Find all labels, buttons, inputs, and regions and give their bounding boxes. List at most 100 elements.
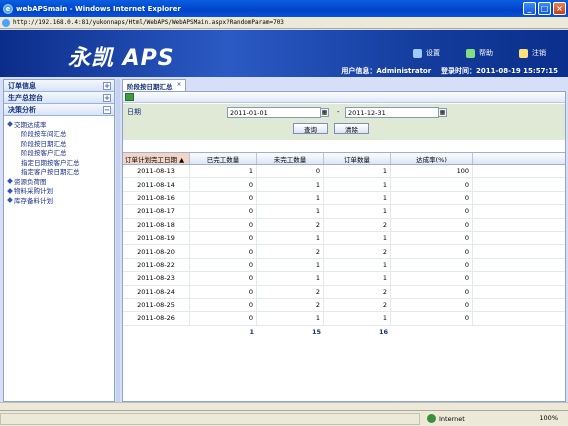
sidebar-item-delivery-rate[interactable]: 交期达成率 — [4, 119, 114, 129]
globe-icon — [427, 414, 436, 423]
data-grid: 订单计划完工日期 ▲ 已完工数量 未完工数量 订单数量 达成率(%) 2011-… — [123, 152, 565, 339]
table-cell: 2011-08-24 — [123, 285, 190, 298]
collapse-icon[interactable]: − — [103, 106, 111, 114]
table-row[interactable]: 2011-08-17 0 1 1 0 — [123, 205, 565, 219]
table-cell: 0 — [190, 285, 257, 298]
export-icon[interactable] — [125, 93, 134, 101]
sidebar-item-by-workshop[interactable]: 阶段按车间汇总 — [4, 129, 114, 138]
user-info: 用户信息：Administrator 登录时间：2011-08-19 15:57… — [341, 67, 558, 75]
table-row[interactable]: 2011-08-13 1 0 1 100 — [123, 165, 565, 179]
logout-link[interactable]: 注销 — [519, 48, 546, 58]
grid-totals-row: 1 15 16 — [123, 326, 565, 339]
table-cell: 0 — [190, 245, 257, 258]
table-cell: 1 — [324, 205, 391, 218]
total-cell — [123, 326, 190, 339]
header-plan-date[interactable]: 订单计划完工日期 ▲ — [123, 153, 190, 164]
table-row[interactable]: 2011-08-25 0 2 2 0 — [123, 298, 565, 313]
table-cell: 2 — [257, 218, 324, 231]
clear-button[interactable]: 清除 — [334, 123, 369, 134]
minimize-button[interactable]: _ — [523, 2, 536, 15]
table-row[interactable]: 2011-08-26 0 1 1 0 — [123, 312, 565, 326]
table-row[interactable]: 2011-08-23 0 1 1 0 — [123, 272, 565, 286]
table-cell: 1 — [324, 272, 391, 285]
table-cell: 0 — [190, 178, 257, 191]
end-date-input[interactable] — [345, 107, 439, 118]
sidebar-item-inventory-prep[interactable]: 库存备料计划 — [4, 195, 114, 205]
table-cell: 1 — [324, 258, 391, 272]
ie-icon: e — [3, 3, 13, 14]
table-cell: 0 — [190, 312, 257, 325]
header-uncompleted[interactable]: 未完工数量 — [257, 153, 324, 164]
tab-content: 日期 ▦ - ▦ 查询 清除 订单计划完工日期 ▲ 已完工数量 未完工数量 订单… — [122, 91, 566, 402]
table-cell: 1 — [324, 231, 391, 245]
expand-icon[interactable]: + — [103, 82, 111, 90]
calendar-icon[interactable]: ▦ — [438, 108, 447, 117]
settings-link[interactable]: 设置 — [413, 48, 440, 58]
table-row[interactable]: 2011-08-16 0 1 1 0 — [123, 191, 565, 206]
table-cell: 1 — [324, 178, 391, 191]
filter-panel: 日期 ▦ - ▦ 查询 清除 — [123, 104, 565, 140]
table-cell: 2011-08-14 — [123, 178, 190, 191]
expand-icon[interactable]: + — [103, 94, 111, 102]
window-title: webAPSmain - Windows Internet Explorer — [16, 4, 181, 13]
sidebar-section-orders[interactable]: 订单信息 + — [4, 80, 114, 92]
table-cell: 2011-08-22 — [123, 258, 190, 272]
maximize-button[interactable]: □ — [538, 2, 551, 15]
table-row[interactable]: 2011-08-19 0 1 1 0 — [123, 231, 565, 246]
table-cell: 0 — [391, 245, 473, 258]
table-cell: 0 — [190, 298, 257, 312]
table-cell: 2011-08-17 — [123, 205, 190, 218]
table-cell: 0 — [257, 165, 324, 178]
logout-icon — [519, 48, 528, 58]
main-panel: 阶段按日期汇总× 日期 ▦ - ▦ 查询 清除 订单计划完工日期 ▲ 已完工数量… — [120, 77, 568, 402]
table-cell: 0 — [391, 312, 473, 325]
tab-by-date[interactable]: 阶段按日期汇总 × — [122, 79, 186, 91]
url-text[interactable]: http://192.168.0.4:81/yukonnaps/Html/Web… — [13, 19, 284, 26]
table-row[interactable]: 2011-08-18 0 2 2 0 — [123, 218, 565, 232]
date-label: 日期 — [127, 108, 141, 116]
table-cell: 1 — [257, 231, 324, 245]
header-order-qty[interactable]: 订单数量 — [324, 153, 391, 164]
table-cell: 0 — [391, 205, 473, 218]
sidebar-item-resource-load[interactable]: 资源负荷图 — [4, 176, 114, 186]
status-bar: Internet 100% — [0, 410, 568, 426]
gear-icon — [413, 48, 422, 58]
table-row[interactable]: 2011-08-22 0 1 1 0 — [123, 258, 565, 273]
page-scrollbar[interactable] — [0, 402, 568, 410]
diamond-icon — [7, 178, 13, 184]
table-cell: 0 — [391, 298, 473, 312]
help-link[interactable]: 帮助 — [466, 48, 493, 58]
table-cell: 2011-08-16 — [123, 191, 190, 205]
address-bar[interactable]: http://192.168.0.4:81/yukonnaps/Html/Web… — [0, 17, 568, 29]
query-button[interactable]: 查询 — [293, 123, 328, 134]
table-cell: 1 — [257, 191, 324, 205]
close-tab-icon[interactable]: × — [176, 82, 183, 89]
sidebar-item-customer-by-date[interactable]: 指定客户按日期汇总 — [4, 167, 114, 176]
sidebar-item-by-date[interactable]: 阶段按日期汇总 — [4, 138, 114, 148]
diamond-icon — [7, 197, 13, 203]
table-row[interactable]: 2011-08-20 0 2 2 0 — [123, 245, 565, 259]
header-completed[interactable]: 已完工数量 — [190, 153, 257, 164]
sidebar-section-analysis[interactable]: 决策分析 − — [4, 104, 114, 116]
sidebar-item-date-by-customer[interactable]: 指定日期按客户汇总 — [4, 157, 114, 167]
sidebar-item-by-customer[interactable]: 阶段按客户汇总 — [4, 148, 114, 157]
zoom-level[interactable]: 100% — [539, 414, 558, 422]
table-cell: 2 — [257, 245, 324, 258]
table-cell: 0 — [190, 191, 257, 205]
app-logo: 永凯 APS — [68, 46, 175, 71]
sidebar: 订单信息 + 生产总控台 + 决策分析 − 交期达成率 阶段按车间汇总 阶段按日期汇总… — [3, 79, 115, 402]
header-rate[interactable]: 达成率(%) — [391, 153, 473, 164]
table-row[interactable]: 2011-08-24 0 2 2 0 — [123, 285, 565, 299]
table-row[interactable]: 2011-08-14 0 1 1 0 — [123, 178, 565, 192]
page-icon — [2, 18, 10, 27]
table-cell: 1 — [190, 165, 257, 178]
table-cell: 1 — [324, 312, 391, 325]
sidebar-item-material-purchase[interactable]: 物料采购计划 — [4, 186, 114, 195]
grid-header: 订单计划完工日期 ▲ 已完工数量 未完工数量 订单数量 达成率(%) — [123, 153, 565, 165]
sidebar-section-control[interactable]: 生产总控台 + — [4, 92, 114, 104]
start-date-input[interactable] — [227, 107, 321, 118]
table-cell: 1 — [257, 205, 324, 218]
close-button[interactable]: × — [553, 2, 566, 15]
calendar-icon[interactable]: ▦ — [320, 108, 329, 117]
table-cell: 0 — [391, 191, 473, 205]
